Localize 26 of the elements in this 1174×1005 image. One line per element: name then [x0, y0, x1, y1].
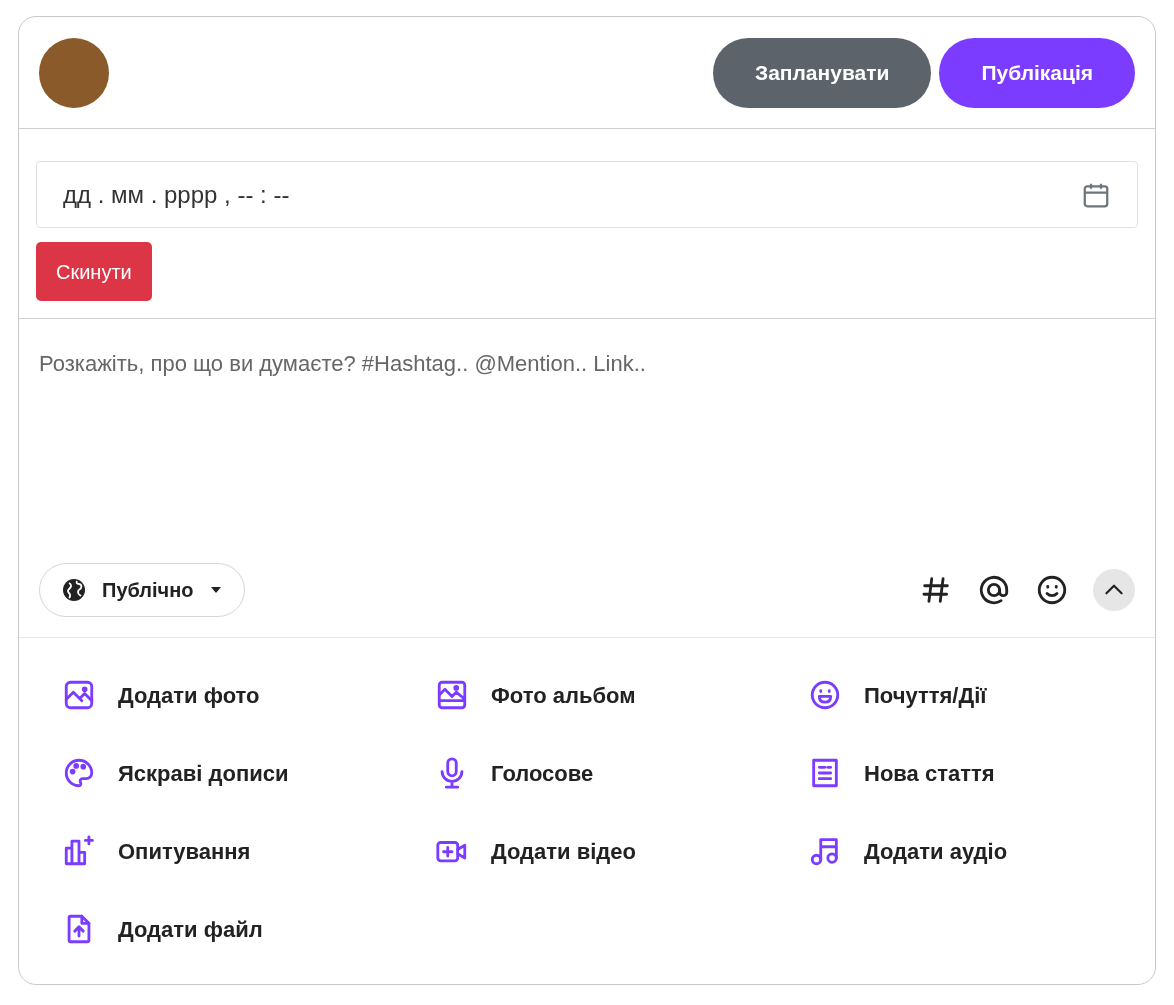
bar-chart-icon — [62, 834, 96, 868]
globe-icon — [62, 578, 86, 602]
smiley-icon — [808, 678, 842, 712]
collapse-button[interactable] — [1093, 569, 1135, 611]
menu-item[interactable]: Фото альбом — [435, 670, 808, 720]
datetime-field[interactable]: дд . мм . рррр , -- : -- — [36, 161, 1138, 228]
menu-item[interactable]: Опитування — [62, 826, 435, 876]
menu-item[interactable]: Додати аудіо — [808, 826, 1155, 876]
schedule-button[interactable]: Запланувати — [713, 37, 932, 108]
post-text-area[interactable]: Розкажіть, про що ви думаєте? #Hashtag.. @Mention.. Link.. — [19, 319, 1155, 551]
publish-button[interactable]: Публікація — [939, 37, 1135, 108]
menu-item[interactable]: Почуття/Дії — [808, 670, 1155, 720]
reset-button[interactable]: Скинути — [36, 242, 152, 301]
menu-item[interactable]: Додати файл — [62, 904, 435, 954]
menu-item[interactable]: Голосове — [435, 748, 808, 798]
smiley-icon[interactable] — [1035, 573, 1069, 607]
at-sign-icon[interactable] — [977, 573, 1011, 607]
menu-item[interactable]: Додати фото — [62, 670, 435, 720]
caret-icon — [209, 586, 222, 594]
image-icon — [62, 678, 96, 712]
menu-item[interactable]: Яскраві дописи — [62, 748, 435, 798]
privacy-dropdown[interactable]: Публічно — [39, 563, 245, 617]
menu-item[interactable]: Нова стаття — [808, 748, 1155, 798]
menu-item[interactable]: Додати відео — [435, 826, 808, 876]
palette-icon — [62, 756, 96, 790]
image-stack-icon — [435, 678, 469, 712]
